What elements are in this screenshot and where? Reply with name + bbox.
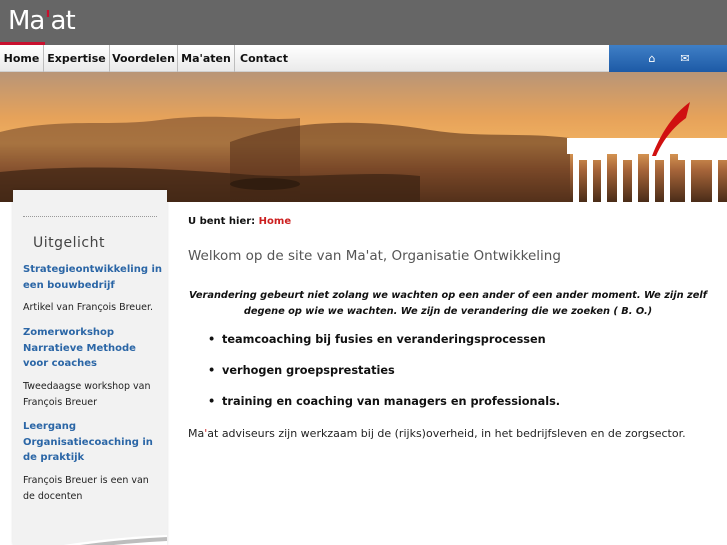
- banner-landscape: [0, 72, 727, 202]
- sidebar-uitgelicht: Uitgelicht Strategieontwikkeling in een …: [13, 190, 167, 545]
- breadcrumb-link-home[interactable]: Home: [259, 216, 291, 227]
- sidebar-title: Uitgelicht: [33, 235, 105, 251]
- sidebar-text: Tweedaagse workshop van François Breuer: [23, 381, 151, 408]
- sidebar-divider: [23, 216, 157, 217]
- list-item: training en coaching van managers en pro…: [208, 395, 560, 426]
- breadcrumb: U bent hier: Home: [188, 216, 291, 227]
- home-icon[interactable]: ⌂: [643, 50, 661, 68]
- nav-icon-bar: ⌂ ✉: [609, 45, 727, 72]
- nav-item-home[interactable]: Home: [0, 45, 44, 72]
- list-item: teamcoaching bij fusies en veranderingsp…: [208, 333, 560, 364]
- quote-line: Verandering gebeurt niet zolang we wacht…: [189, 290, 707, 301]
- mail-icon[interactable]: ✉: [676, 50, 694, 68]
- breadcrumb-label: U bent hier:: [188, 216, 256, 227]
- nav-item-contact[interactable]: Contact: [235, 45, 293, 72]
- top-header-bar: Ma'at: [0, 0, 727, 45]
- sidebar-swoosh: [63, 535, 167, 545]
- sidebar-link-leergang[interactable]: Leergang Organisatiecoaching in de prakt…: [23, 419, 163, 466]
- sidebar-text: Artikel van François Breuer.: [23, 302, 154, 313]
- services-list: teamcoaching bij fusies en veranderingsp…: [208, 333, 560, 426]
- intro-quote: Verandering gebeurt niet zolang we wacht…: [188, 288, 708, 319]
- nav-item-expertise[interactable]: Expertise: [44, 45, 110, 72]
- sidebar-link-strategieontwikkeling[interactable]: Strategieontwikkeling in een bouwbedrijf: [23, 262, 163, 293]
- nav-item-voordelen[interactable]: Voordelen: [110, 45, 178, 72]
- site-logo[interactable]: Ma'at: [8, 5, 76, 37]
- quote-line: degene op wie we wachten. We zijn de ver…: [243, 305, 653, 317]
- page-title: Welkom op de site van Ma'at, Organisatie…: [188, 248, 561, 264]
- header-banner-image: [0, 72, 727, 202]
- intro-paragraph: Ma'at adviseurs zijn werkzaam bij de (ri…: [188, 427, 686, 440]
- list-item: verhogen groepsprestaties: [208, 364, 560, 395]
- sidebar-text: François Breuer is een van de docenten: [23, 475, 149, 502]
- nav-item-maaten[interactable]: Ma'aten: [178, 45, 235, 72]
- sidebar-link-zomerworkshop[interactable]: Zomerworkshop Narratieve Methode voor co…: [23, 325, 163, 372]
